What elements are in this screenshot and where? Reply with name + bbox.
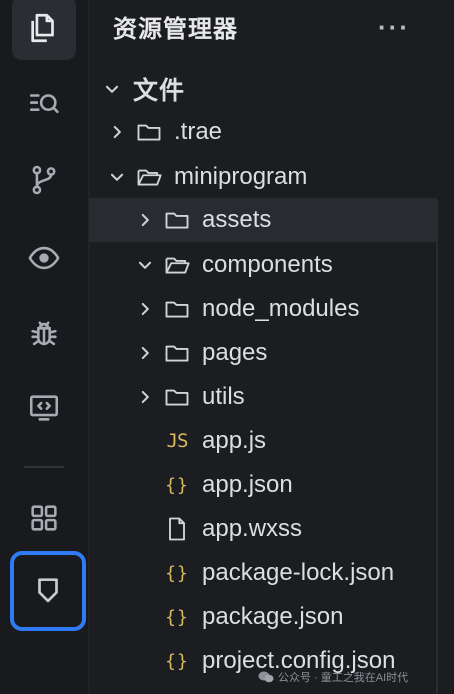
tree-item-label: .trae (174, 118, 223, 145)
tree-root-label: 文件 (133, 77, 186, 105)
json-badge: {} (165, 562, 189, 584)
source-control-button[interactable] (12, 148, 76, 212)
tree-item-label: assets (202, 206, 272, 233)
json-badge: {} (165, 650, 189, 672)
tree-item-label: pages (202, 339, 268, 366)
tree-item-trae[interactable]: .trae (89, 110, 454, 154)
bookmark-shield-icon (38, 578, 58, 603)
javascript-file-icon: JS (162, 426, 192, 456)
files-icon (31, 13, 54, 43)
chevron-down-icon (106, 166, 128, 188)
tree-item-label: miniprogram (174, 163, 308, 190)
custom-panel-button[interactable] (10, 551, 86, 631)
folder-icon (134, 117, 164, 147)
file-icon (162, 514, 192, 544)
tree-item-label: components (202, 251, 333, 278)
tree-item-pages[interactable]: pages (89, 331, 454, 375)
eye-icon (28, 246, 60, 270)
search-button[interactable] (12, 72, 76, 136)
activity-bar (0, 0, 88, 694)
more-actions-button[interactable]: ··· (378, 12, 410, 48)
json-file-icon: {} (162, 558, 192, 588)
explorer-panel: 资源管理器 ··· 文件 .trae miniprogram assets co… (89, 0, 454, 694)
folder-open-icon (134, 162, 164, 192)
tree-item-label: utils (202, 383, 245, 410)
json-file-icon: {} (162, 646, 192, 676)
tree-item-utils[interactable]: utils (89, 375, 454, 419)
folder-icon (162, 338, 192, 368)
chevron-right-icon (134, 342, 156, 364)
tree-item-assets[interactable]: assets (89, 198, 437, 242)
tree-item-components[interactable]: components (89, 243, 454, 287)
chevron-right-icon (134, 209, 156, 231)
chevron-right-icon (134, 386, 156, 408)
tree-item-label: package.json (202, 603, 344, 630)
explorer-title: 资源管理器 (113, 16, 238, 43)
tree-item-label: app.json (202, 471, 293, 498)
tree-item-package-json[interactable]: {} package.json (89, 595, 454, 639)
preview-button[interactable] (12, 226, 76, 290)
extensions-grid-icon (31, 505, 57, 531)
tree-item-package-lock-json[interactable]: {} package-lock.json (89, 551, 454, 595)
debug-bug-icon (31, 321, 57, 346)
tree-item-label: app.wxss (202, 515, 303, 542)
remote-display-icon (29, 395, 59, 421)
wechat-logo-icon (258, 670, 274, 684)
folder-icon (162, 294, 192, 324)
extensions-button[interactable] (12, 486, 76, 550)
folder-open-icon (162, 250, 192, 280)
json-file-icon: {} (162, 470, 192, 500)
js-badge: JS (166, 430, 189, 452)
explorer-button[interactable] (12, 0, 76, 60)
chevron-down-icon (134, 254, 156, 276)
activity-separator (24, 466, 64, 468)
tree-item-node-modules[interactable]: node_modules (89, 287, 454, 331)
json-file-icon: {} (162, 602, 192, 632)
debug-button[interactable] (12, 302, 76, 366)
tree-item-label: node_modules (202, 295, 360, 322)
chevron-right-icon (106, 121, 128, 143)
source-control-icon (32, 165, 56, 195)
tree-item-label: app.js (202, 427, 267, 454)
watermark-text: 公众号 · 童工之我在AI时代 (278, 672, 409, 684)
chevron-right-icon (134, 298, 156, 320)
chevron-down-icon (101, 78, 123, 100)
search-icon (29, 94, 59, 114)
tree-item-app-json[interactable]: {} app.json (89, 463, 454, 507)
tree-item-app-js[interactable]: JS app.js (89, 419, 454, 463)
folder-icon (162, 205, 192, 235)
folder-icon (162, 382, 192, 412)
remote-button[interactable] (12, 376, 76, 440)
ide-window: 资源管理器 ··· 文件 .trae miniprogram assets co… (0, 0, 454, 694)
tree-item-miniprogram[interactable]: miniprogram (89, 155, 454, 199)
json-badge: {} (165, 606, 189, 628)
tree-item-label: package-lock.json (202, 559, 395, 586)
json-badge: {} (165, 474, 189, 496)
tree-root-files[interactable]: 文件 (89, 67, 449, 111)
tree-item-app-wxss[interactable]: app.wxss (89, 507, 454, 551)
watermark: 公众号 · 童工之我在AI时代 (258, 668, 408, 686)
